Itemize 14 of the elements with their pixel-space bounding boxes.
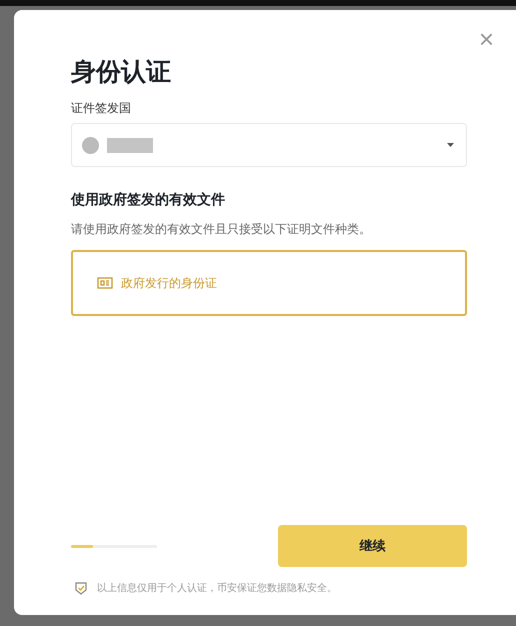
field-label: 证件签发国: [71, 100, 132, 117]
redacted-value: [107, 138, 153, 152]
flag-icon: [82, 136, 99, 154]
close-button[interactable]: ×: [478, 26, 494, 52]
privacy-note: 以上信息仅用于个人认证，币安保证您数据隐私安全。: [97, 582, 337, 595]
country-select[interactable]: [71, 123, 467, 167]
shield-check-icon: [75, 582, 87, 594]
section-note: 请使用政府签发的有效文件且只接受以下证明文件种类。: [71, 221, 372, 238]
caret-icon: [447, 143, 454, 147]
document-option[interactable]: 政府发行的身份证: [71, 250, 467, 316]
id-card-icon: [97, 277, 113, 289]
continue-button[interactable]: 继续: [278, 525, 467, 567]
dialog-title: 身份认证: [71, 56, 172, 88]
section-heading: 使用政府签发的有效文件: [71, 191, 226, 209]
